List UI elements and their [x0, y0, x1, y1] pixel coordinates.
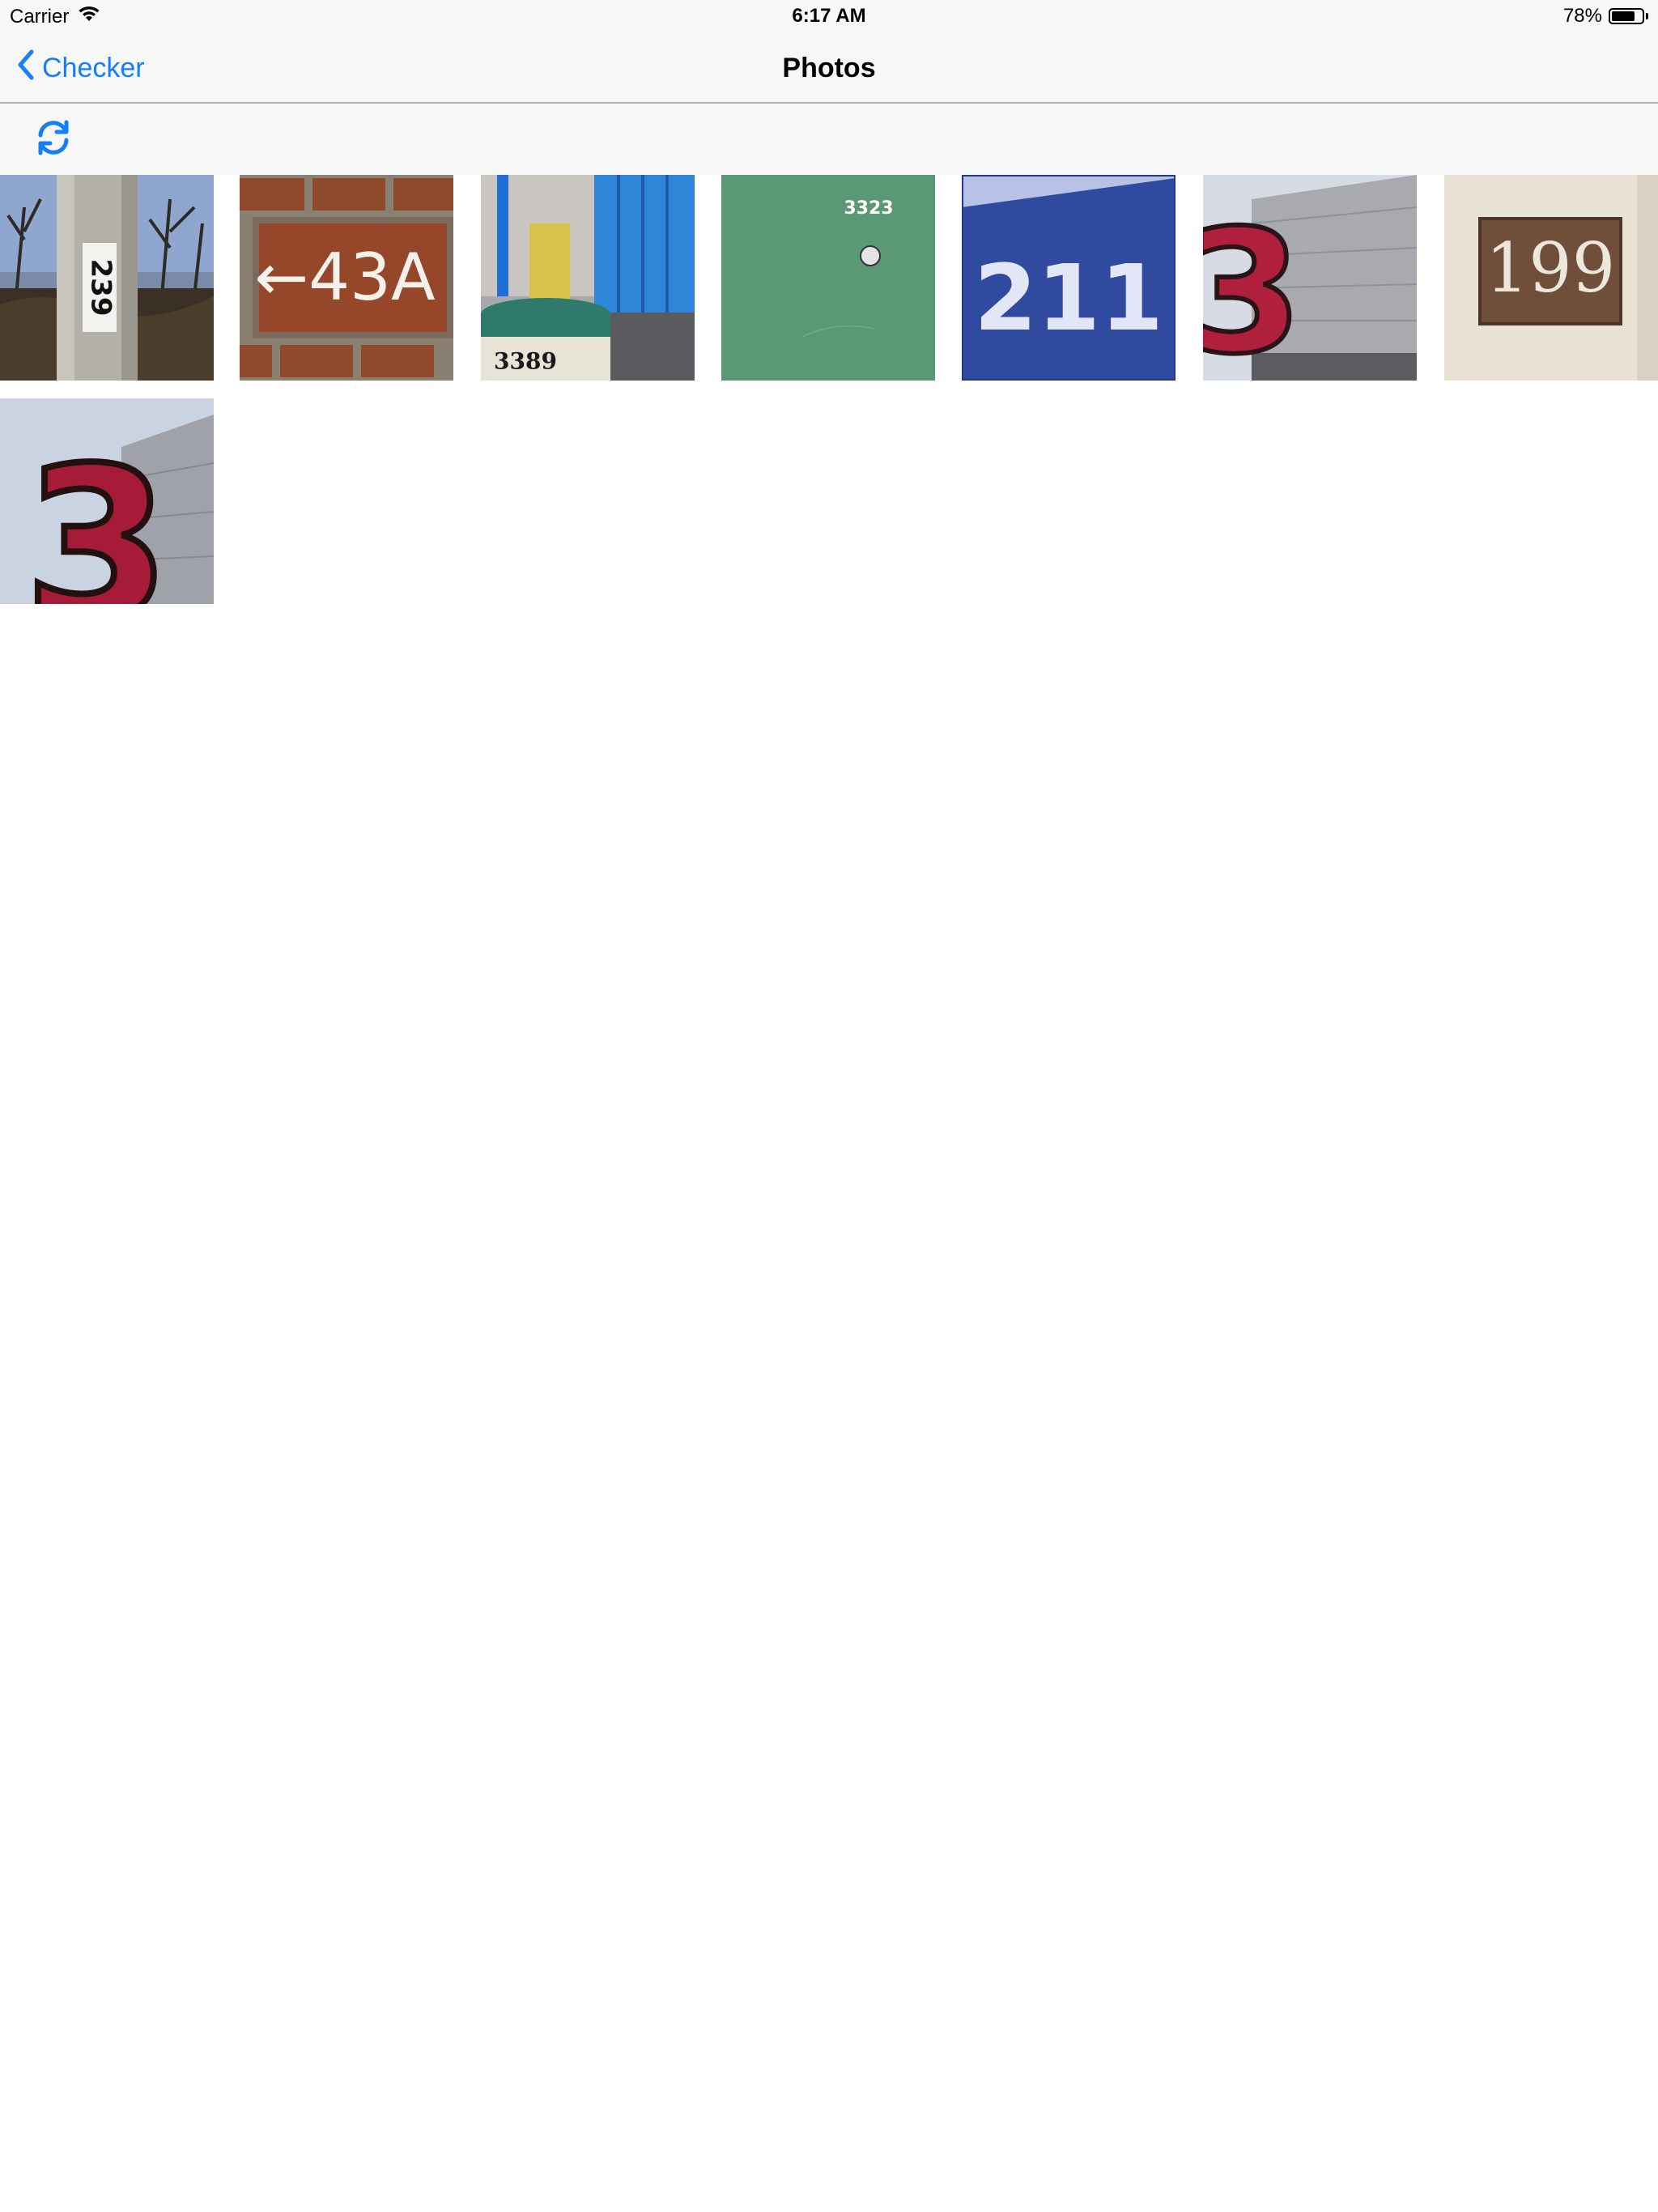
refresh-icon	[33, 117, 74, 162]
photo-label: 3389	[494, 348, 557, 375]
status-time: 6:17 AM	[792, 5, 866, 27]
photo-thumbnail[interactable]: ←43A	[240, 175, 453, 381]
status-bar: Carrier 6:17 AM 78%	[0, 0, 1658, 32]
photo-street-image: 3389	[481, 175, 695, 381]
battery-level	[1612, 11, 1635, 21]
photo-thumbnail[interactable]: 3389	[481, 175, 695, 381]
photo-thumbnail[interactable]: 3	[0, 398, 214, 604]
refresh-button[interactable]	[28, 113, 79, 165]
toolbar	[0, 104, 1658, 175]
photo-label: 211	[974, 246, 1163, 351]
photo-plaque-image: 199	[1444, 175, 1658, 381]
photo-blue-sign-image: 211	[962, 175, 1175, 381]
photo-green-door-image: 3323	[721, 175, 935, 381]
photo-thumbnail[interactable]: 239	[0, 175, 214, 381]
photo-thumbnail[interactable]: 211	[962, 175, 1175, 381]
photo-label: 3	[24, 423, 171, 604]
photo-label: 199	[1486, 228, 1615, 308]
photo-thumbnail[interactable]: 199	[1444, 175, 1658, 381]
page-title: Photos	[782, 53, 876, 83]
photo-thumbnail[interactable]: 3323	[721, 175, 935, 381]
photo-label: 3323	[844, 198, 893, 219]
status-right: 78%	[1563, 5, 1648, 28]
photo-brick-image: ←43A	[240, 175, 453, 381]
photo-building-closeup-image: 3	[0, 398, 214, 604]
navigation-bar: Checker Photos	[0, 32, 1658, 104]
battery-percent: 78%	[1562, 5, 1602, 27]
photo-pole-image: 239	[0, 175, 214, 381]
battery-icon	[1609, 8, 1644, 24]
photo-label: ←43A	[254, 240, 436, 315]
photo-label: 3	[1203, 194, 1303, 381]
photos-screen: Carrier 6:17 AM 78% Checker Photos 239 ←…	[0, 0, 1658, 2212]
photo-building-image: 3	[1203, 175, 1417, 381]
photo-thumbnail[interactable]: 3	[1203, 175, 1417, 381]
photo-label: 239	[85, 259, 117, 317]
battery-cap	[1646, 13, 1648, 19]
